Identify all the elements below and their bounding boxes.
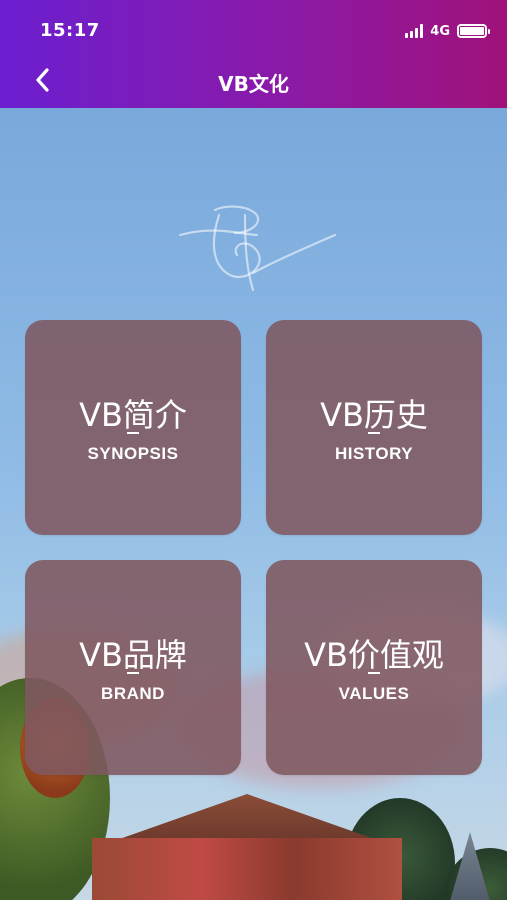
tile-title-en: VALUES: [338, 684, 410, 703]
tile-title-cn: VB简介: [79, 396, 187, 434]
tile-synopsis[interactable]: VB简介 SYNOPSIS: [25, 320, 241, 535]
tile-brand[interactable]: VB品牌 BRAND: [25, 560, 241, 775]
nav-bar: VB文化: [0, 56, 507, 108]
building-wall: [92, 838, 402, 900]
building-roof: [116, 794, 378, 840]
tile-title-cn: VB价值观: [304, 636, 444, 674]
tile-title-en: BRAND: [101, 684, 165, 703]
network-type: 4G: [430, 23, 450, 39]
app-header: 15:17 4G VB文化: [0, 0, 507, 108]
tile-title-en: HISTORY: [334, 444, 414, 463]
status-time: 15:17: [40, 20, 100, 41]
tile-history[interactable]: VB历史 HISTORY: [266, 320, 482, 535]
signal-icon: [405, 24, 424, 38]
battery-icon: [457, 24, 490, 38]
status-bar: 15:17 4G: [0, 0, 507, 56]
tile-divider: [127, 432, 139, 434]
tile-title-cn: VB品牌: [79, 636, 187, 674]
status-right: 4G: [405, 20, 490, 42]
tile-divider: [127, 672, 139, 674]
vb-logo: [178, 205, 337, 292]
tile-divider: [368, 672, 380, 674]
tile-divider: [368, 432, 380, 434]
tile-title-en: SYNOPSIS: [87, 444, 179, 463]
page-title: VB文化: [218, 72, 289, 96]
tile-title-cn: VB历史: [320, 396, 428, 434]
tile-values[interactable]: VB价值观 VALUES: [266, 560, 482, 775]
